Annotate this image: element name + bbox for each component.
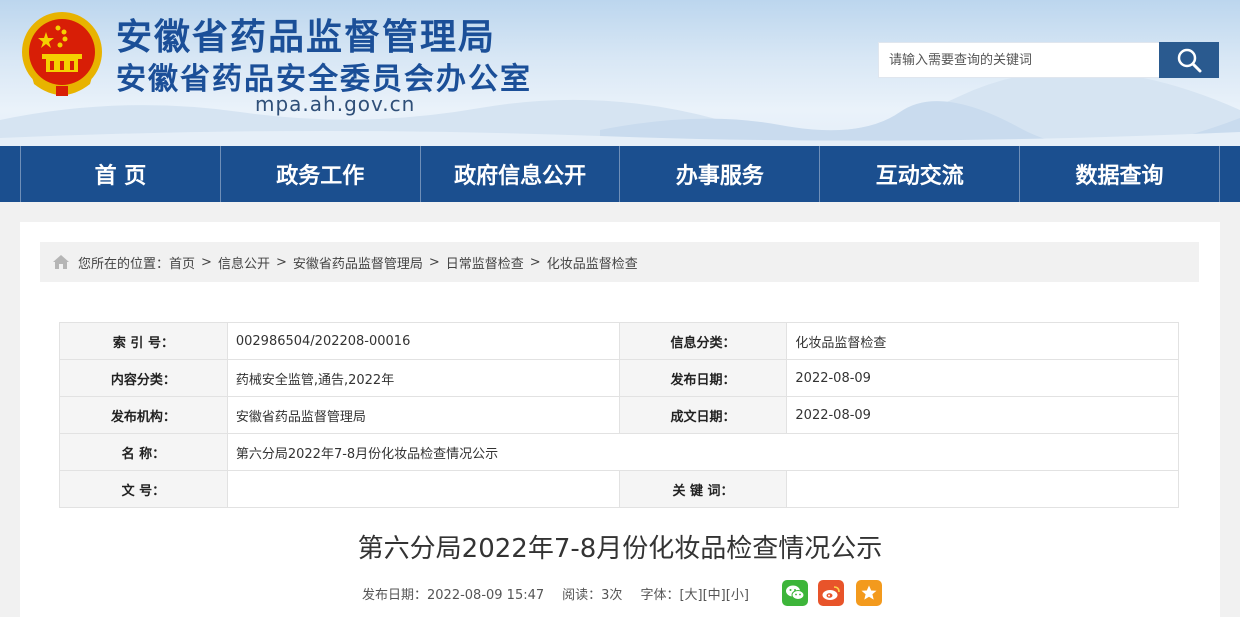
table-row: 索 引 号： 002986504/202208-00016 信息分类： 化妆品监…: [59, 322, 1179, 360]
font-large-button[interactable]: [大]: [679, 588, 702, 603]
nav-item-services[interactable]: 办事服务: [619, 146, 819, 202]
share-favorite-button[interactable]: [856, 580, 882, 606]
name-value: 第六分局2022年7-8月份化妆品检查情况公示: [226, 433, 1180, 471]
breadcrumb-separator: >: [428, 254, 440, 270]
share-weibo-button[interactable]: [818, 580, 844, 606]
nav-item-interaction[interactable]: 互动交流: [819, 146, 1019, 202]
keywords-value: [786, 470, 1179, 508]
search-button[interactable]: [1159, 42, 1219, 78]
publish-time: 发布日期：2022-08-09 15:47: [362, 587, 545, 603]
read-count: 阅读：3次: [562, 587, 623, 603]
national-emblem-icon: [22, 12, 102, 96]
home-icon: [53, 255, 69, 269]
favorite-icon: [861, 585, 877, 600]
table-row: 内容分类： 药械安全监管,通告,2022年 发布日期： 2022-08-09: [59, 359, 1179, 397]
breadcrumb-prefix: 您所在的位置：: [78, 256, 170, 272]
breadcrumb-cosmetics-inspection[interactable]: 化妆品监督检查: [547, 253, 638, 272]
share-wechat-button[interactable]: [782, 580, 808, 606]
table-row: 文 号： 关 键 词：: [59, 470, 1179, 508]
info-table: 索 引 号： 002986504/202208-00016 信息分类： 化妆品监…: [59, 322, 1180, 508]
content-category-value: 药械安全监管,通告,2022年: [226, 359, 620, 397]
wechat-icon: [786, 585, 805, 600]
font-medium-button[interactable]: [中]: [703, 588, 726, 603]
keywords-label: 关 键 词：: [618, 470, 788, 508]
org-value: 安徽省药品监督管理局: [226, 396, 620, 434]
index-value: 002986504/202208-00016: [226, 322, 620, 360]
category-value: 化妆品监督检查: [786, 322, 1179, 360]
site-header: 安徽省药品监督管理局 安徽省药品安全委员会办公室 mpa.ah.gov.cn: [0, 0, 1240, 146]
publish-date-label: 发布日期：: [618, 359, 788, 397]
index-label: 索 引 号：: [59, 322, 228, 360]
font-small-button[interactable]: [小]: [726, 588, 749, 603]
site-domain: mpa.ah.gov.cn: [255, 92, 416, 116]
font-size-label: 字体：[大][中][小]: [640, 584, 748, 603]
search-input[interactable]: [878, 42, 1160, 78]
written-date-label: 成文日期：: [618, 396, 788, 434]
table-row: 名 称： 第六分局2022年7-8月份化妆品检查情况公示: [59, 433, 1180, 471]
publish-date-value: 2022-08-09: [786, 359, 1179, 397]
category-label: 信息分类：: [618, 322, 788, 360]
breadcrumb-bureau[interactable]: 安徽省药品监督管理局: [293, 253, 423, 272]
doc-number-label: 文 号：: [59, 470, 228, 508]
breadcrumb: 您所在的位置： 首页 > 信息公开 > 安徽省药品监督管理局 > 日常监督检查 …: [40, 242, 1199, 282]
content-category-label: 内容分类：: [59, 359, 228, 397]
breadcrumb-daily-inspection[interactable]: 日常监督检查: [446, 253, 524, 272]
search-icon: [1177, 48, 1202, 73]
nav-item-info-disclosure[interactable]: 政府信息公开: [419, 146, 620, 202]
main-nav: 首 页 政务工作 政府信息公开 办事服务 互动交流 数据查询: [0, 146, 1240, 202]
name-label: 名 称：: [59, 433, 228, 471]
breadcrumb-separator: >: [201, 254, 212, 270]
nav-item-home[interactable]: 首 页: [20, 146, 220, 202]
font-size-text: 字体：: [640, 587, 680, 603]
doc-number-value: [226, 470, 620, 508]
breadcrumb-info-disclosure[interactable]: 信息公开: [218, 253, 270, 272]
breadcrumb-separator: >: [529, 254, 541, 270]
breadcrumb-home[interactable]: 首页: [169, 253, 195, 272]
org-label: 发布机构：: [59, 396, 228, 434]
written-date-value: 2022-08-09: [786, 396, 1179, 434]
breadcrumb-separator: >: [275, 254, 287, 270]
nav-item-government-affairs[interactable]: 政务工作: [219, 146, 420, 202]
weibo-icon: [822, 586, 840, 600]
table-row: 发布机构： 安徽省药品监督管理局 成文日期： 2022-08-09: [59, 396, 1179, 434]
nav-item-data-query[interactable]: 数据查询: [1019, 146, 1220, 202]
article-meta: 发布日期：2022-08-09 15:47 阅读：3次 字体：[大][中][小]: [362, 580, 759, 606]
article-title: 第六分局2022年7-8月份化妆品检查情况公示: [357, 534, 883, 564]
site-title: 安徽省药品监督管理局: [116, 17, 497, 58]
